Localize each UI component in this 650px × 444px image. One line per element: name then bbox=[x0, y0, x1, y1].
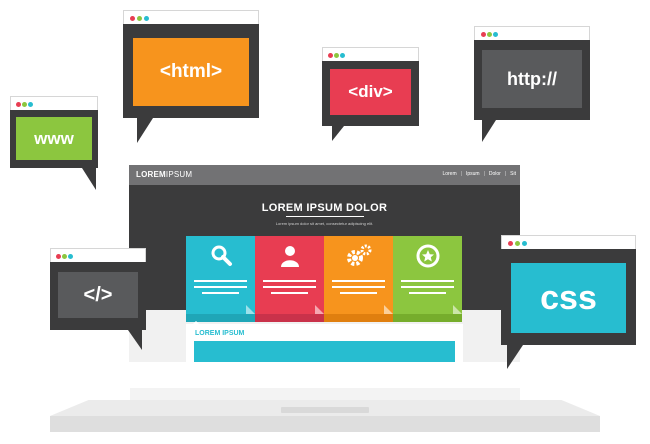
www-label: www bbox=[16, 117, 92, 160]
site-logo: LOREMIPSUM bbox=[136, 170, 192, 179]
section-title: LOREM IPSUM bbox=[195, 330, 245, 337]
feature-card-star[interactable] bbox=[393, 236, 462, 322]
nav-link[interactable]: Ipsum bbox=[466, 171, 480, 177]
nav-link[interactable]: Dolor bbox=[489, 171, 501, 177]
laptop-hinge bbox=[130, 388, 520, 402]
code-tag-label: </> bbox=[58, 272, 138, 318]
html-bubble: <html> bbox=[123, 10, 259, 143]
star-badge-icon bbox=[393, 244, 462, 268]
section-banner bbox=[194, 341, 455, 362]
div-tag-label: <div> bbox=[330, 69, 411, 115]
css-label: css bbox=[511, 263, 626, 333]
http-bubble: http:// bbox=[474, 26, 590, 142]
laptop-trackpad bbox=[281, 407, 369, 413]
hero-underline bbox=[286, 216, 364, 217]
content-section: LOREM IPSUM bbox=[186, 321, 463, 362]
code-bubble: </> bbox=[50, 248, 146, 350]
gears-icon bbox=[324, 244, 393, 268]
feature-card-search[interactable] bbox=[186, 236, 255, 322]
user-icon bbox=[255, 244, 324, 268]
html-tag-label: <html> bbox=[133, 38, 249, 106]
css-bubble: css bbox=[501, 235, 636, 369]
feature-card-settings[interactable] bbox=[324, 236, 393, 322]
nav-link[interactable]: Sit bbox=[510, 171, 516, 177]
http-label: http:// bbox=[482, 50, 582, 108]
feature-card-user[interactable] bbox=[255, 236, 324, 322]
site-logo-light: IPSUM bbox=[165, 170, 193, 179]
site-nav-links: Lorem | Ipsum | Dolor | Sit bbox=[442, 171, 516, 177]
search-icon bbox=[186, 244, 255, 268]
hero-title: LOREM IPSUM DOLOR bbox=[261, 202, 388, 214]
site-navbar: LOREMIPSUM Lorem | Ipsum | Dolor | Sit bbox=[129, 165, 520, 185]
laptop-base-front bbox=[50, 416, 600, 432]
div-bubble: <div> bbox=[322, 47, 419, 141]
nav-link[interactable]: Lorem bbox=[442, 171, 456, 177]
hero-subtitle: Lorem ipsum dolor sit amet, consectetur … bbox=[275, 221, 374, 226]
www-bubble: www bbox=[10, 96, 98, 190]
site-logo-bold: LOREM bbox=[136, 170, 166, 179]
